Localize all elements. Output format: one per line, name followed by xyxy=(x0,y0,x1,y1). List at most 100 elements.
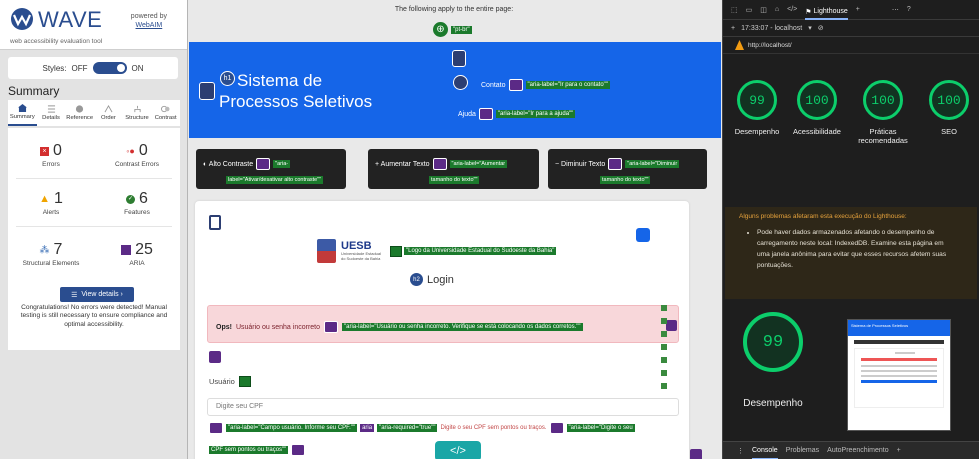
lighthouse-warning: Alguns problemas afetaram esta execução … xyxy=(725,207,977,299)
tab-contrast[interactable]: Contrast xyxy=(151,100,180,126)
tab-lighthouse[interactable]: ⚑ Lighthouse xyxy=(805,0,848,20)
aria-count: 25 xyxy=(135,241,153,258)
annotation-marker[interactable] xyxy=(661,305,667,311)
annotation-marker[interactable] xyxy=(661,357,667,363)
tab-reference[interactable]: Reference xyxy=(65,100,94,126)
tab-details[interactable]: Details xyxy=(37,100,66,126)
contrast-stat[interactable]: ◦● 0 Contrast Errors xyxy=(94,142,180,168)
high-contrast-button[interactable]: ◐ Alto Contraste "aria- label="Ativar/de… xyxy=(196,149,346,189)
annotation-marker[interactable] xyxy=(661,331,667,337)
features-stat[interactable]: ✓ 6 Features xyxy=(94,190,180,216)
h2-badge[interactable]: h2 xyxy=(410,273,423,286)
gauge-best-practices[interactable]: 100 Práticas recomendadas xyxy=(853,80,913,145)
report-selector[interactable]: 17:33:07 - localhost xyxy=(741,25,802,32)
thumbnail-button xyxy=(861,380,937,383)
list-circle-icon[interactable] xyxy=(453,75,468,90)
add-tab-icon[interactable]: + xyxy=(856,6,860,13)
gauge-accessibility[interactable]: 100 Acessibilidade xyxy=(787,80,847,136)
aria-tag-icon[interactable] xyxy=(478,108,493,120)
aria-tag-icon[interactable] xyxy=(324,321,339,333)
image-alt-icon[interactable] xyxy=(390,245,402,257)
new-report-icon[interactable]: + xyxy=(731,25,735,32)
info-icon xyxy=(76,105,84,113)
gauge-performance[interactable]: 99 Desempenho xyxy=(727,80,787,136)
document-icon[interactable] xyxy=(199,82,215,100)
tab-console[interactable]: Console xyxy=(752,442,778,459)
code-button[interactable]: </> xyxy=(435,441,481,459)
clear-icon[interactable]: ⊘ xyxy=(818,24,824,32)
decrease-text-button[interactable]: − Diminuir Texto "aria-label="Diminuir t… xyxy=(548,149,707,189)
inspect-icon[interactable]: ⬚ xyxy=(731,6,738,14)
contato-link[interactable]: Contato "aria-label="Ir para o contato"" xyxy=(481,79,610,91)
aria-label: label="Ativar/desativar alto contraste"" xyxy=(226,176,324,184)
aria-label: ARIA xyxy=(129,260,145,267)
document-icon[interactable] xyxy=(209,215,221,230)
tab-order[interactable]: Order xyxy=(94,100,123,126)
tab-label: Structure xyxy=(125,115,149,121)
control-label: ◐ Alto Contraste xyxy=(203,160,254,168)
login-error-alert: Ops! Usuário ou senha incorreto "aria-la… xyxy=(207,305,679,343)
alerts-stat[interactable]: ▲ 1 Alerts xyxy=(8,190,94,216)
thumbnail-line xyxy=(861,365,937,367)
webaim-link[interactable]: WebAIM xyxy=(131,21,167,30)
device-icon[interactable]: ▭ xyxy=(746,6,753,14)
annotation-marker[interactable] xyxy=(661,370,667,376)
contrast-icon xyxy=(161,105,170,113)
elements-icon[interactable]: </> xyxy=(787,6,797,13)
devtools-panel: ⬚ ▭ ◫ ⌂ </> ⚑ Lighthouse + ⋯ ? + 17:33:0… xyxy=(722,0,979,459)
styles-label: Styles: xyxy=(42,63,67,73)
annotation-marker[interactable] xyxy=(661,383,667,389)
globe-icon[interactable]: ⊕ xyxy=(433,22,448,37)
list-marker-icon[interactable] xyxy=(452,50,466,67)
tab-label: Details xyxy=(42,115,60,121)
contrast-count: 0 xyxy=(138,142,148,159)
ajuda-link[interactable]: Ajuda "aria-label="Ir para a ajuda"" xyxy=(458,108,576,120)
form-icon[interactable] xyxy=(209,351,221,363)
logo-alt-text: "Logo da Universidade Estadual do Sudoes… xyxy=(390,245,557,257)
login-card: UESB Universidade Estadual do Sudoeste d… xyxy=(195,201,689,459)
aria-label: "aria-label="Aumentar xyxy=(449,160,508,168)
errors-stat[interactable]: × 0 Errors xyxy=(8,142,94,168)
view-details-button[interactable]: ☰ View details › xyxy=(60,287,134,302)
aria-tag-icon[interactable] xyxy=(209,422,223,434)
styles-toggle[interactable] xyxy=(92,62,127,74)
h1-badge[interactable]: h1 xyxy=(220,71,235,86)
report-url-bar: http://localhost/ xyxy=(723,37,979,54)
aria-tag-icon[interactable] xyxy=(549,422,564,434)
aria-tag-icon[interactable] xyxy=(508,79,523,91)
styles-toggle-row: Styles: OFF ON xyxy=(8,57,178,79)
gauge-seo[interactable]: 100 SEO xyxy=(919,80,979,136)
logo-alt-label: "Logo da Universidade Estadual do Sudoes… xyxy=(404,247,557,255)
annotation-marker[interactable] xyxy=(661,344,667,350)
panel-icon[interactable]: ◫ xyxy=(760,6,767,14)
tab-summary[interactable]: Summary xyxy=(8,100,37,126)
drawer-menu-icon[interactable]: ⋮ xyxy=(737,447,744,455)
aria-tag-icon[interactable] xyxy=(256,158,271,170)
warning-title: Alguns problemas afetaram esta execução … xyxy=(739,213,907,220)
annotation-marker[interactable] xyxy=(661,318,667,324)
score-label: SEO xyxy=(941,127,957,136)
tab-problems[interactable]: Problemas xyxy=(786,447,819,454)
aria-icon xyxy=(121,245,132,255)
structural-stat[interactable]: ⁂ 7 Structural Elements xyxy=(8,241,94,267)
aria-stat[interactable]: 25 ARIA xyxy=(94,241,180,267)
chevron-down-icon[interactable]: ▾ xyxy=(808,24,812,32)
aria-tag-icon[interactable] xyxy=(690,449,702,459)
add-tab-icon[interactable]: + xyxy=(897,447,901,454)
aria-tag-icon[interactable] xyxy=(608,158,623,170)
tab-structure[interactable]: Structure xyxy=(123,100,152,126)
lighthouse-icon: ⚑ xyxy=(805,8,812,16)
tab-autofill[interactable]: AutoPreenchimento xyxy=(827,447,888,454)
aria-tag-icon[interactable] xyxy=(291,444,306,456)
more-icon[interactable]: ⋯ xyxy=(892,6,899,14)
increase-text-button[interactable]: + Aumentar Texto "aria-label="Aumentar t… xyxy=(368,149,539,189)
structure-icon xyxy=(133,105,141,113)
control-label: − Diminuir Texto xyxy=(555,160,606,168)
cpf-input[interactable]: Digite seu CPF xyxy=(207,398,679,416)
help-icon[interactable]: ? xyxy=(907,6,911,13)
home-icon[interactable]: ⌂ xyxy=(775,6,779,13)
accessibility-widget-icon[interactable] xyxy=(636,228,650,242)
page-screenshot-thumbnail[interactable]: Sistema de Processos Seletivos xyxy=(847,319,951,431)
aria-tag-icon[interactable] xyxy=(432,158,447,170)
label-icon[interactable] xyxy=(238,376,251,387)
